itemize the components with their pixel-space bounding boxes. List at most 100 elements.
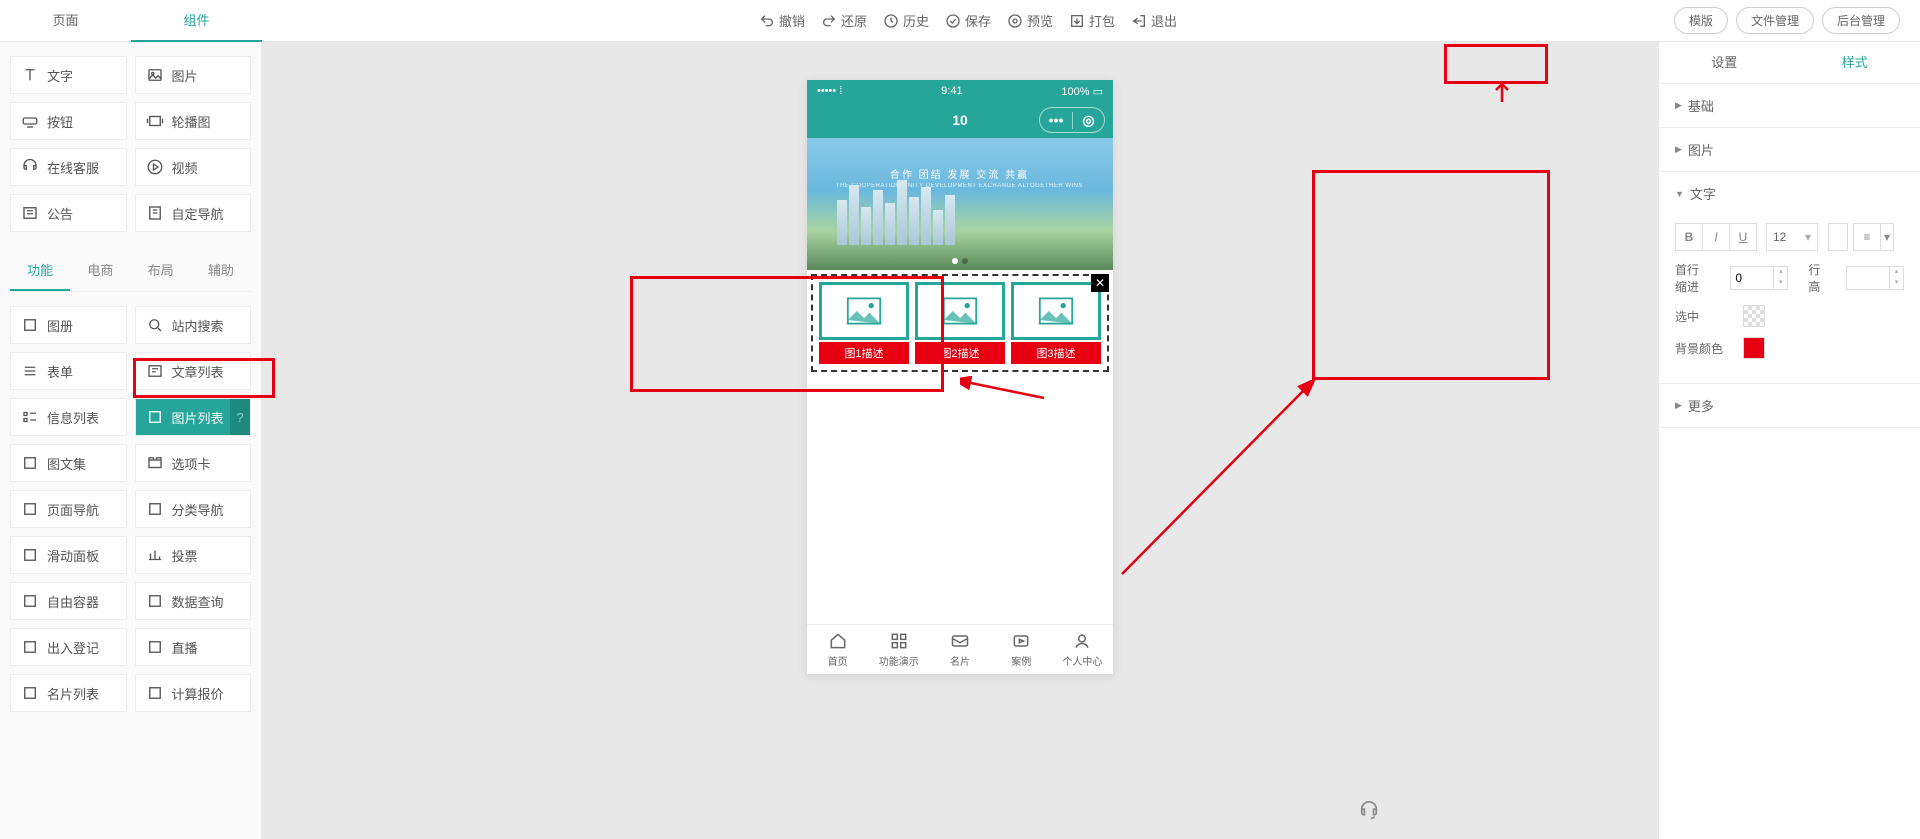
- indent-input[interactable]: [1730, 266, 1774, 290]
- comp-button[interactable]: 按钮: [10, 102, 127, 140]
- nav-bar: 10 •••◎: [807, 102, 1113, 138]
- comp-articlelist[interactable]: 文章列表: [135, 352, 252, 390]
- comp-live[interactable]: 直播: [135, 628, 252, 666]
- section-basic[interactable]: 基础: [1659, 84, 1920, 127]
- fontsize-select[interactable]: 12: [1766, 223, 1818, 251]
- align-dropdown[interactable]: ▾: [1880, 223, 1894, 251]
- section-text[interactable]: 文字: [1659, 172, 1920, 215]
- comp-imagelist[interactable]: 图片列表: [135, 398, 252, 436]
- sub-tabs: 功能 电商 布局 辅助: [10, 250, 251, 292]
- section-image[interactable]: 图片: [1659, 128, 1920, 171]
- phone-preview: ••••• ⁞ 9:41 100% ▭ 10 •••◎ 合作 团结 发展 交流 …: [807, 80, 1113, 674]
- indent-spinner[interactable]: ▴▾: [1774, 266, 1788, 290]
- comp-cardlist[interactable]: 名片列表: [10, 674, 127, 712]
- underline-button[interactable]: U: [1729, 223, 1757, 251]
- history-action[interactable]: 历史: [883, 11, 929, 30]
- menu-dots-icon: •••: [1040, 112, 1072, 128]
- exit-action[interactable]: 退出: [1131, 11, 1177, 30]
- banner[interactable]: 合作 团结 发展 交流 共赢 THE COOPERATION UNITY DEV…: [807, 138, 1113, 270]
- file-manage-button[interactable]: 文件管理: [1736, 7, 1814, 34]
- comp-notice[interactable]: 公告: [10, 194, 127, 232]
- comp-catnav[interactable]: 分类导航: [135, 490, 252, 528]
- subtab-func[interactable]: 功能: [10, 250, 70, 291]
- save-icon: [945, 13, 961, 29]
- comp-image[interactable]: 图片: [135, 56, 252, 94]
- lineheight-spinner[interactable]: ▴▾: [1890, 266, 1904, 290]
- support-icon[interactable]: [1358, 800, 1380, 827]
- page-title: 10: [952, 112, 968, 128]
- selected-color-swatch[interactable]: [1743, 305, 1765, 327]
- rtab-settings[interactable]: 设置: [1659, 42, 1790, 83]
- imagelist-component[interactable]: ✕ 图1描述图2描述图3描述: [811, 274, 1109, 372]
- lineheight-label: 行高: [1808, 261, 1826, 295]
- buildings-graphic: [837, 175, 977, 245]
- tabbar-user[interactable]: 个人中心: [1052, 625, 1113, 674]
- comp-pricing[interactable]: 计算报价: [135, 674, 252, 712]
- comp-vote[interactable]: 投票: [135, 536, 252, 574]
- rtab-style[interactable]: 样式: [1790, 42, 1920, 83]
- undo-icon: [759, 13, 775, 29]
- top-left-tabs: 页面 组件: [0, 0, 262, 42]
- tab-page[interactable]: 页面: [0, 0, 131, 42]
- comp-tabs[interactable]: 选项卡: [135, 444, 252, 482]
- signal-icon: ••••• ⁞: [817, 85, 842, 97]
- comp-dataquery[interactable]: 数据查询: [135, 582, 252, 620]
- tab-component[interactable]: 组件: [131, 0, 262, 42]
- bgcolor-swatch[interactable]: [1743, 337, 1765, 359]
- pack-action[interactable]: 打包: [1069, 11, 1115, 30]
- img-card[interactable]: 图3描述: [1011, 282, 1101, 364]
- basic-components: 文字图片按钮轮播图在线客服视频公告自定导航: [10, 56, 251, 232]
- template-button[interactable]: 模版: [1674, 7, 1728, 34]
- img-card[interactable]: 图2描述: [915, 282, 1005, 364]
- comp-chat[interactable]: 在线客服: [10, 148, 127, 186]
- comp-gallery[interactable]: 图文集: [10, 444, 127, 482]
- func-components: 图册站内搜索表单文章列表信息列表图片列表图文集选项卡页面导航分类导航滑动面板投票…: [10, 306, 251, 712]
- comp-infolist[interactable]: 信息列表: [10, 398, 127, 436]
- subtab-shop[interactable]: 电商: [70, 250, 130, 291]
- comp-pagenav[interactable]: 页面导航: [10, 490, 127, 528]
- comp-freecontainer[interactable]: 自由容器: [10, 582, 127, 620]
- preview-action[interactable]: 预览: [1007, 11, 1053, 30]
- tab-bar: 首页功能演示名片案例个人中心: [807, 624, 1113, 674]
- bold-button[interactable]: B: [1675, 223, 1703, 251]
- selected-label: 选中: [1675, 308, 1735, 325]
- canvas: ••••• ⁞ 9:41 100% ▭ 10 •••◎ 合作 团结 发展 交流 …: [262, 42, 1658, 839]
- subtab-layout[interactable]: 布局: [131, 250, 191, 291]
- tabbar-case[interactable]: 案例: [991, 625, 1052, 674]
- italic-button[interactable]: I: [1702, 223, 1730, 251]
- comp-slidepanel[interactable]: 滑动面板: [10, 536, 127, 574]
- tabbar-demo[interactable]: 功能演示: [868, 625, 929, 674]
- history-icon: [883, 13, 899, 29]
- pack-icon: [1069, 13, 1085, 29]
- section-more[interactable]: 更多: [1659, 384, 1920, 427]
- lineheight-input[interactable]: [1846, 266, 1890, 290]
- comp-carousel[interactable]: 轮播图: [135, 102, 252, 140]
- comp-video[interactable]: 视频: [135, 148, 252, 186]
- textcolor-button[interactable]: [1828, 223, 1848, 251]
- banner-dots: [952, 258, 968, 264]
- status-time: 9:41: [941, 85, 962, 97]
- img-card[interactable]: 图1描述: [819, 282, 909, 364]
- save-action[interactable]: 保存: [945, 11, 991, 30]
- undo-action[interactable]: 撤销: [759, 11, 805, 30]
- comp-text[interactable]: 文字: [10, 56, 127, 94]
- comp-customnav[interactable]: 自定导航: [135, 194, 252, 232]
- tabbar-card[interactable]: 名片: [929, 625, 990, 674]
- top-right-buttons: 模版 文件管理 后台管理: [1674, 7, 1920, 34]
- tabbar-home[interactable]: 首页: [807, 625, 868, 674]
- backend-button[interactable]: 后台管理: [1822, 7, 1900, 34]
- comp-album[interactable]: 图册: [10, 306, 127, 344]
- nav-capsule[interactable]: •••◎: [1039, 107, 1105, 133]
- subtab-assist[interactable]: 辅助: [191, 250, 251, 291]
- right-tabs: 设置 样式: [1659, 42, 1920, 84]
- redo-action[interactable]: 还原: [821, 11, 867, 30]
- exit-icon: [1131, 13, 1147, 29]
- text-format-toolbar: B I U 12 ≡ ▾: [1675, 223, 1904, 251]
- indent-label: 首行缩进: [1675, 261, 1710, 295]
- comp-search[interactable]: 站内搜索: [135, 306, 252, 344]
- comp-checkin[interactable]: 出入登记: [10, 628, 127, 666]
- comp-form[interactable]: 表单: [10, 352, 127, 390]
- align-button[interactable]: ≡: [1853, 223, 1881, 251]
- close-component-button[interactable]: ✕: [1091, 274, 1109, 292]
- text-panel-body: B I U 12 ≡ ▾ 首行缩进 ▴▾ 行高 ▴▾ 选中: [1659, 215, 1920, 383]
